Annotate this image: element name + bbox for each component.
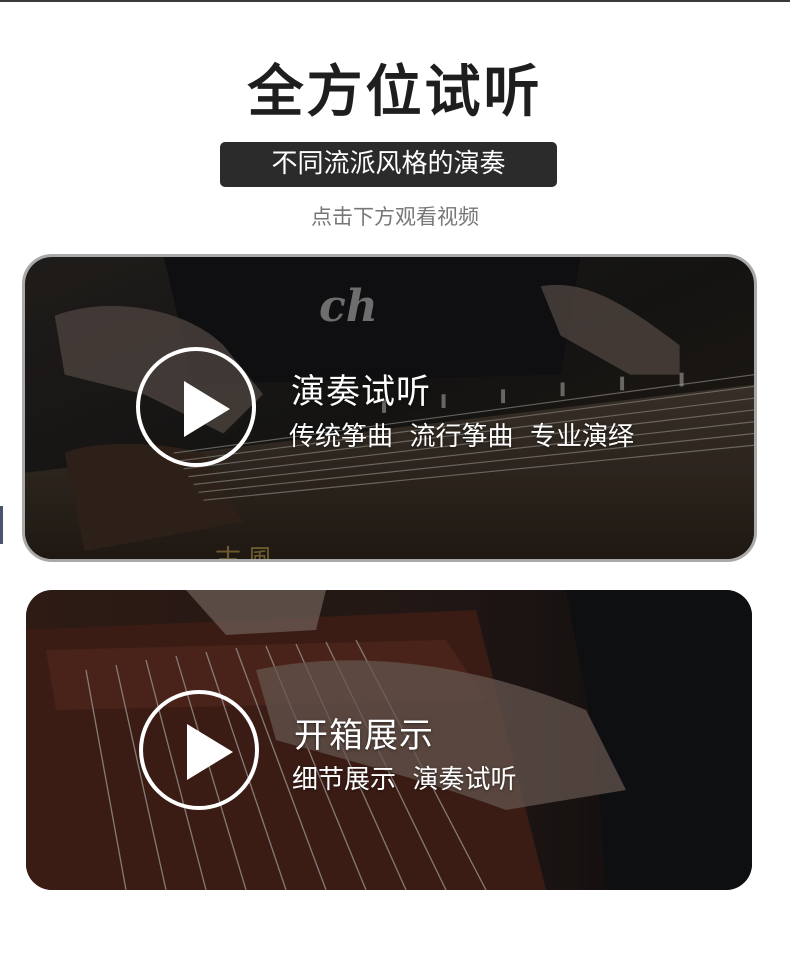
video-title: 开箱展示 [294,716,434,756]
subtitle-badge: 不同流派风格的演奏 [220,142,557,187]
top-divider [0,0,790,2]
play-icon[interactable] [139,690,259,810]
video-card-unboxing[interactable]: 开箱展示 细节展示 演奏试听 [26,590,752,890]
video-subtitle: 细节展示 演奏试听 [292,765,517,795]
shirt-logo: ch [319,281,378,332]
video-card-performance[interactable]: ch 古風 演奏试听 传统筝曲 流行筝曲 专业演绎 [22,254,757,562]
guzheng-inscription: 古風 [215,545,280,562]
play-triangle [184,381,230,437]
play-icon[interactable] [136,347,256,467]
video-subtitle: 传统筝曲 流行筝曲 专业演绎 [289,422,635,452]
play-triangle [187,724,233,780]
page-title: 全方位试听 [247,60,543,125]
watch-hint: 点击下方观看视频 [311,205,479,229]
video-title: 演奏试听 [291,372,431,412]
edge-marker [0,506,3,544]
